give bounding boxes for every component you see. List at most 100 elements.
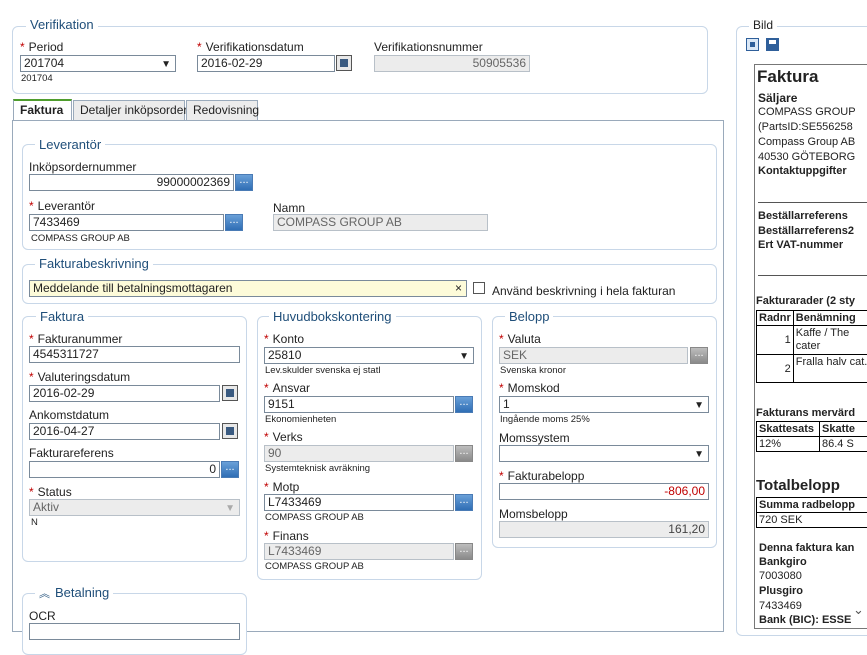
table-row: 1Kaffe / The cater xyxy=(757,326,867,355)
fakturanummer-label: *Fakturanummer xyxy=(29,332,122,346)
leverantor-input[interactable]: 7433469 xyxy=(29,214,224,231)
anvand-beskrivning-checkbox[interactable] xyxy=(473,282,485,294)
momskod-sub: Ingående moms 25% xyxy=(500,414,590,425)
table-cell: Kaffe / The cater xyxy=(793,326,867,355)
ansvar-sub: Ekonomienheten xyxy=(265,414,336,425)
fakturareferens-label: Fakturareferens xyxy=(29,446,114,460)
faktura-legend: Faktura xyxy=(36,309,88,324)
doc-bankgiro: 7003080 xyxy=(759,570,802,582)
tab-faktura[interactable]: Faktura xyxy=(13,99,72,120)
table-row: 2Fralla halv cat. xyxy=(757,355,867,383)
doc-s4: 40530 GÖTEBORG xyxy=(758,151,855,163)
collapse-icon[interactable]: ︽ xyxy=(39,588,50,600)
konto-label: *Konto xyxy=(264,332,304,346)
calendar-icon[interactable] xyxy=(222,385,238,401)
doc-saljare: Säljare xyxy=(758,91,797,105)
lookup-button-fakturareferens[interactable]: ... xyxy=(221,461,239,478)
motp-sub: COMPASS GROUP AB xyxy=(265,512,364,523)
table-cell: 86.4 S xyxy=(820,437,867,452)
table-cell: Fralla halv cat. xyxy=(793,355,867,383)
tab-redovisning[interactable]: Redovisning xyxy=(186,100,258,120)
table-cell: 12% xyxy=(757,437,820,452)
table-row: Summa radbelopp xyxy=(757,498,867,513)
betalning-legend: Betalning xyxy=(55,585,109,600)
anvand-beskrivning-label: Använd beskrivning i hela fakturan xyxy=(492,284,675,298)
doc-s1: COMPASS GROUP xyxy=(758,106,856,118)
fakturareferens-input[interactable]: 0 xyxy=(29,461,220,478)
verifikation-legend: Verifikation xyxy=(26,17,98,32)
finans-sub: COMPASS GROUP AB xyxy=(265,561,364,572)
ocr-input[interactable] xyxy=(29,623,240,640)
doc-total-table: Summa radbelopp 720 SEK xyxy=(756,497,867,528)
verks-sub: Systemteknisk avräkning xyxy=(265,463,370,474)
motp-input[interactable]: L7433469 xyxy=(264,494,454,511)
calendar-icon[interactable] xyxy=(222,423,238,439)
scroll-down-icon[interactable]: ⌄ xyxy=(853,602,864,618)
namn-label: Namn xyxy=(273,201,305,215)
momsbelopp-label: Momsbelopp xyxy=(499,507,568,521)
doc-plusgiro-label: Plusgiro xyxy=(759,585,803,597)
verifikationsnummer-field: 50905536 xyxy=(374,55,530,72)
fullscreen-icon[interactable] xyxy=(746,38,759,51)
ankomstdatum-input[interactable]: 2016-04-27 xyxy=(29,423,220,440)
clear-icon[interactable]: × xyxy=(455,281,462,296)
valuta-field: SEK xyxy=(499,347,688,364)
momsbelopp-field: 161,20 xyxy=(499,521,709,538)
valuta-label: *Valuta xyxy=(499,332,541,346)
lookup-button-ansvar[interactable]: ... xyxy=(455,396,473,413)
chevron-down-icon: ▼ xyxy=(694,398,704,413)
save-icon[interactable] xyxy=(766,38,779,51)
period-sub: 201704 xyxy=(21,73,53,84)
betalning-legend-wrap[interactable]: ︽ Betalning xyxy=(35,585,113,601)
inkopsordernummer-input[interactable]: 99000002369 xyxy=(29,174,234,191)
leverantor-legend: Leverantör xyxy=(35,137,105,152)
fakturanummer-input[interactable]: 4545311727 xyxy=(29,346,240,363)
lookup-button-finans: ... xyxy=(455,543,473,560)
table-header: Radnr xyxy=(757,311,794,326)
lookup-button-valuta: ... xyxy=(690,347,708,364)
ansvar-input[interactable]: 9151 xyxy=(264,396,454,413)
status-label: *Status xyxy=(29,485,72,499)
bild-legend: Bild xyxy=(749,18,777,32)
fakturabelopp-input[interactable]: -806,00 xyxy=(499,483,709,500)
period-select[interactable]: 201704▼ xyxy=(20,55,176,72)
verks-field: 90 xyxy=(264,445,454,462)
konto-sub: Lev.skulder svenska ej statl xyxy=(265,365,380,376)
lookup-button-inkop[interactable]: ... xyxy=(235,174,253,191)
table-header: Summa radbelopp xyxy=(757,498,867,513)
momskod-label: *Momskod xyxy=(499,381,560,395)
table-cell: 720 SEK xyxy=(757,513,867,528)
invoice-image: Faktura Säljare COMPASS GROUP (PartsID:S… xyxy=(754,64,867,629)
status-sub: N xyxy=(31,517,38,528)
chevron-down-icon: ▼ xyxy=(225,501,235,516)
chevron-down-icon: ▼ xyxy=(459,349,469,364)
verifikationsnummer-label: Verifikationsnummer xyxy=(374,40,483,54)
motp-label: *Motp xyxy=(264,480,299,494)
doc-divider xyxy=(758,202,867,203)
huvudbokskontering-legend: Huvudbokskontering xyxy=(269,309,396,324)
lookup-button-motp[interactable]: ... xyxy=(455,494,473,511)
inkopsordernummer-label: Inköpsordernummer xyxy=(29,160,136,174)
calendar-icon[interactable] xyxy=(336,55,352,71)
lookup-button-leverantor[interactable]: ... xyxy=(225,214,243,231)
fakturabelopp-label: *Fakturabelopp xyxy=(499,469,584,483)
doc-divider xyxy=(758,275,867,276)
verifikationsdatum-input[interactable]: 2016-02-29 xyxy=(197,55,335,72)
momskod-select[interactable]: 1▼ xyxy=(499,396,709,413)
table-cell: 2 xyxy=(757,355,794,383)
konto-select[interactable]: 25810▼ xyxy=(264,347,474,364)
valuteringsdatum-input[interactable]: 2016-02-29 xyxy=(29,385,220,402)
chevron-down-icon: ▼ xyxy=(161,57,171,72)
period-label: *Period xyxy=(20,40,63,54)
tab-detaljer-inkopsorder[interactable]: Detaljer inköpsorder xyxy=(73,100,185,120)
status-select: Aktiv▼ xyxy=(29,499,240,516)
momssystem-select[interactable]: ▼ xyxy=(499,445,709,462)
ansvar-label: *Ansvar xyxy=(264,381,310,395)
doc-bankgiro-label: Bankgiro xyxy=(759,556,807,568)
table-row: 12%86.4 S xyxy=(757,437,867,452)
fakturabeskrivning-input[interactable]: Meddelande till betalningsmottagaren× xyxy=(29,280,467,297)
belopp-legend: Belopp xyxy=(505,309,553,324)
verks-label: *Verks xyxy=(264,430,303,444)
table-header: Skattesats xyxy=(757,422,820,437)
doc-rader-table: RadnrBenämning 1Kaffe / The cater 2Frall… xyxy=(756,310,867,383)
